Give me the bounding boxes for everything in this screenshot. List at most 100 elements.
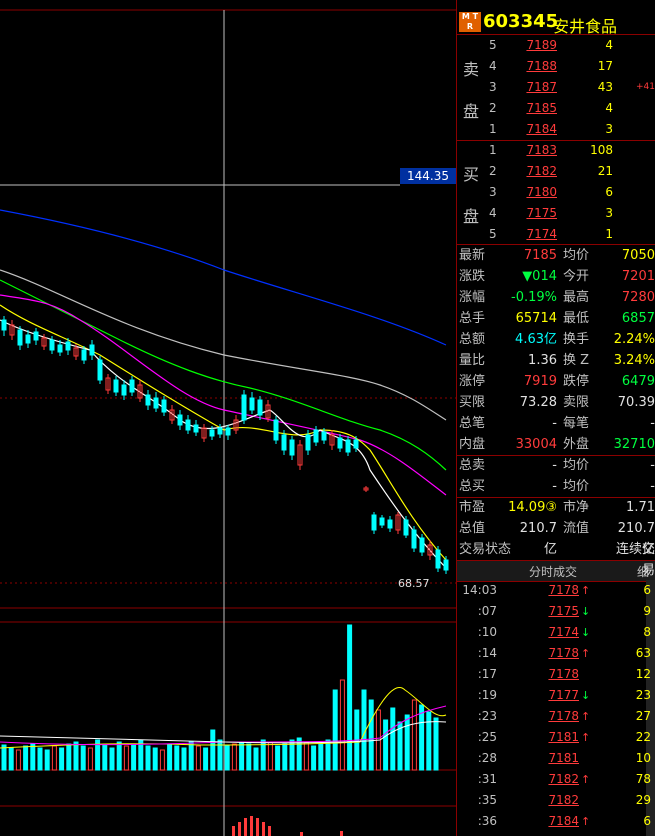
quote-label: 买限 xyxy=(459,395,486,410)
kline-chart[interactable] xyxy=(0,0,456,836)
quote-value: - xyxy=(650,416,655,431)
volume-bar xyxy=(152,747,158,771)
tick-header-title[interactable]: 分时成交 xyxy=(529,563,577,580)
tick-time: 14:03 xyxy=(462,583,497,597)
quote-row: 交易状态 连续交易 xyxy=(457,539,655,578)
tick-row[interactable]: :07 7175 ↓ 9 xyxy=(457,601,655,622)
volume-bar xyxy=(174,745,180,771)
tick-row[interactable]: :36 7184 ↑ 6 xyxy=(457,811,655,832)
candle xyxy=(435,549,441,569)
bid-volume: 108 xyxy=(590,143,613,157)
quote-row: 涨停 7919 跌停 6479 xyxy=(457,371,655,392)
quote-value: ▼014 xyxy=(522,269,557,284)
quote-label: 卖限 xyxy=(563,395,590,410)
quote-row: 总笔 - 每笔 - xyxy=(457,413,655,434)
quote-label: 换 Z xyxy=(563,353,590,368)
bid-row[interactable]: 2 7182 21 xyxy=(457,161,655,182)
tick-volume: 63 xyxy=(635,646,651,660)
candle xyxy=(217,427,223,435)
tick-row[interactable]: :14 7178 ↑ 63 xyxy=(457,643,655,664)
candle xyxy=(209,429,215,437)
volume-bar xyxy=(80,745,86,771)
quote-panel: M T R 603345 安井食品 卖 盘 买 盘 分时成交 细 5 7189 4 4… xyxy=(456,0,655,836)
volume-bar xyxy=(411,699,417,771)
bid-price: 7183 xyxy=(526,143,557,157)
volume-bar xyxy=(1,744,7,771)
quote-label: 市盈 xyxy=(459,500,486,515)
bid-price: 7174 xyxy=(526,227,557,241)
ask-row[interactable]: 1 7184 3 xyxy=(457,119,655,140)
tick-row[interactable]: 14:03 7178 ↑ 6 xyxy=(457,580,655,601)
bid-volume: 1 xyxy=(605,227,613,241)
candle xyxy=(273,419,279,441)
volume-bar xyxy=(145,745,151,771)
bid-row[interactable]: 3 7180 6 xyxy=(457,182,655,203)
candle xyxy=(379,517,385,526)
tick-price: 7184 xyxy=(548,814,579,828)
tick-price: 7178 xyxy=(548,667,579,681)
ask-row[interactable]: 5 7189 4 xyxy=(457,35,655,56)
tick-volume: 10 xyxy=(635,751,651,765)
candle xyxy=(403,519,409,536)
ask-row[interactable]: 2 7185 4 xyxy=(457,98,655,119)
vol-ma20-line xyxy=(0,721,447,744)
down-arrow-icon: ↓ xyxy=(581,626,591,639)
tick-row[interactable]: :28 7181 10 xyxy=(457,748,655,769)
volume-bar xyxy=(253,747,259,771)
bid-row[interactable]: 4 7175 3 xyxy=(457,203,655,224)
candle xyxy=(313,429,319,443)
quote-label: 总买 xyxy=(459,479,486,494)
tick-time: :23 xyxy=(477,709,497,723)
tick-row[interactable]: :31 7182 ↑ 78 xyxy=(457,769,655,790)
tick-row[interactable]: :23 7178 ↑ 27 xyxy=(457,706,655,727)
volume-bar xyxy=(332,689,338,771)
quote-label: 每笔 xyxy=(563,416,590,431)
quote-label: 总值 xyxy=(459,521,486,536)
tick-row[interactable]: :17 7178 12 xyxy=(457,664,655,685)
volume-bar xyxy=(109,747,115,771)
volume-bar xyxy=(210,729,216,771)
volume-bar xyxy=(195,745,201,771)
down-arrow-icon: ↓ xyxy=(581,689,591,702)
tick-volume: 12 xyxy=(635,667,651,681)
quote-value: - xyxy=(650,458,655,473)
ask-row[interactable]: 4 7188 17 xyxy=(457,56,655,77)
quote-value: 73.28 xyxy=(519,395,557,410)
ask-price: 7188 xyxy=(526,59,557,73)
tick-time: :14 xyxy=(477,646,497,660)
volume-bar xyxy=(159,749,165,771)
candle xyxy=(121,384,127,396)
quote-value: 7201 xyxy=(621,269,655,284)
quote-label: 交易状态 xyxy=(459,542,512,557)
candle xyxy=(353,439,359,449)
up-arrow-icon: ↑ xyxy=(581,815,591,828)
volume-bar xyxy=(37,747,43,771)
tick-price: 7177 xyxy=(548,688,579,702)
candle xyxy=(443,559,449,571)
tick-row[interactable]: :35 7182 29 xyxy=(457,790,655,811)
candle xyxy=(257,399,263,416)
tick-volume: 22 xyxy=(635,730,651,744)
ask-level: 4 xyxy=(489,59,497,73)
vol-ma5-line xyxy=(0,687,447,749)
ask-row[interactable]: 3 7187 43 +41 xyxy=(457,77,655,98)
quote-value: 连续交易 xyxy=(615,542,655,578)
bid-row[interactable]: 5 7174 1 xyxy=(457,224,655,245)
quote-value: - xyxy=(650,479,655,494)
tick-price: 7174 xyxy=(548,625,579,639)
tick-row[interactable]: :10 7174 ↓ 8 xyxy=(457,622,655,643)
ask-volume: 4 xyxy=(605,38,613,52)
stock-code[interactable]: 603345 xyxy=(483,11,558,32)
volume-bar xyxy=(267,741,273,771)
quote-label: 流值 xyxy=(563,521,590,536)
tick-time: :35 xyxy=(477,793,497,807)
bid-row[interactable]: 1 7183 108 xyxy=(457,140,655,161)
up-arrow-icon: ↑ xyxy=(581,731,591,744)
quote-label: 最高 xyxy=(563,290,590,305)
quote-label: 涨停 xyxy=(459,374,486,389)
tick-row[interactable]: :25 7181 ↑ 22 xyxy=(457,727,655,748)
tick-time: :19 xyxy=(477,688,497,702)
tick-row[interactable]: :19 7177 ↓ 23 xyxy=(457,685,655,706)
candle xyxy=(337,437,343,449)
quote-value: 14.09③ xyxy=(508,500,557,515)
